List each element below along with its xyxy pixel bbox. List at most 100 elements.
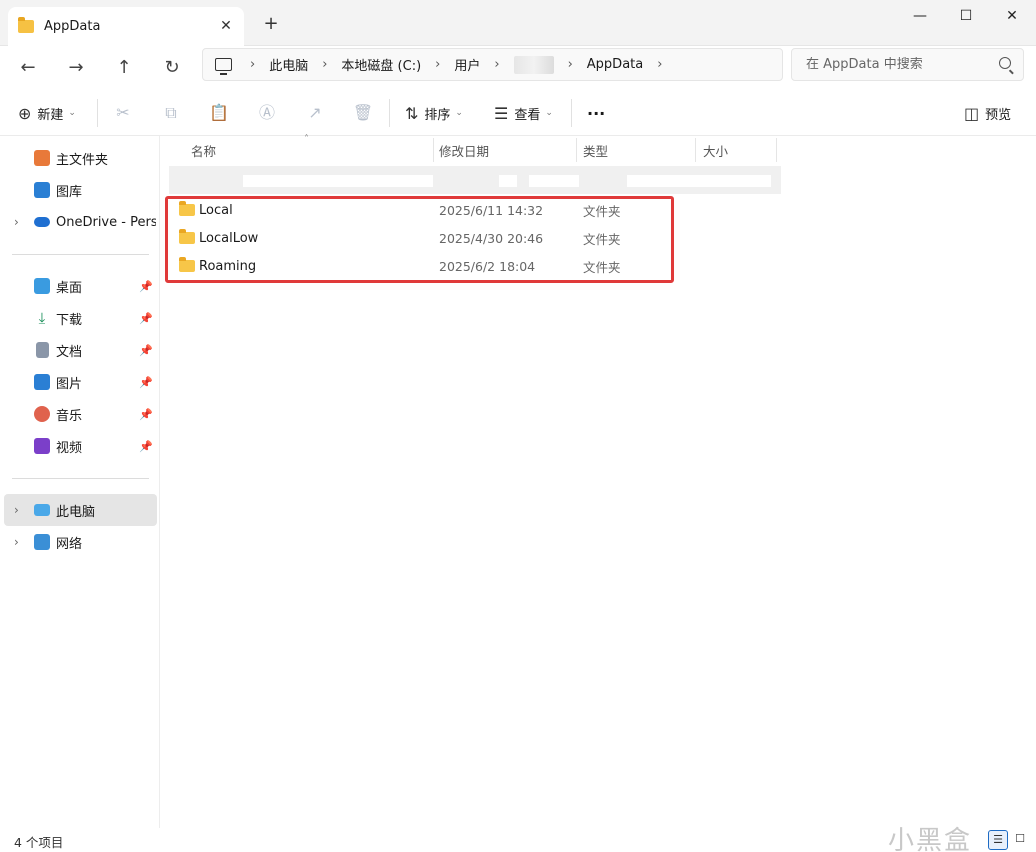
redacted-file-row[interactable] (169, 166, 781, 194)
navigation-pane: 主文件夹 图库 › OneDrive - Perso 桌面 📌 ⤓ 下载 📌 文… (0, 136, 160, 828)
download-icon: ⤓ (38, 309, 46, 327)
sort-label: 排序 (424, 107, 451, 123)
expand-chevron-icon[interactable]: › (14, 503, 19, 517)
breadcrumb-separator: › (494, 57, 500, 72)
pin-icon[interactable]: 📌 (139, 440, 153, 453)
column-divider[interactable] (776, 138, 777, 162)
redaction-block (243, 175, 433, 187)
delete-icon[interactable]: 🗑 (351, 101, 375, 125)
search-icon[interactable] (999, 57, 1011, 69)
sidebar-item-this-pc[interactable]: › 此电脑 (4, 494, 157, 526)
preview-button[interactable]: ◫ 预览 (964, 100, 1011, 126)
address-bar[interactable]: › 此电脑 › 本地磁盘 (C:) › 用户 › › AppData › (202, 48, 783, 81)
chevron-down-icon: ⌄ (455, 108, 463, 118)
column-divider[interactable] (433, 138, 434, 162)
plus-circle-icon: ⊕ (18, 103, 32, 123)
cut-icon[interactable]: ✂ (111, 101, 135, 125)
details-view-icon[interactable]: ☰ (988, 830, 1008, 850)
forward-button[interactable]: → (62, 54, 90, 82)
sidebar-item-network[interactable]: › 网络 (4, 526, 157, 558)
sidebar-item-gallery[interactable]: 图库 (4, 174, 157, 206)
back-button[interactable]: ← (14, 54, 42, 82)
breadcrumb-separator: › (567, 57, 573, 72)
pin-icon[interactable]: 📌 (139, 344, 153, 357)
column-header-name[interactable]: 名称 (191, 136, 216, 164)
copy-icon[interactable]: ⧉ (159, 101, 183, 125)
search-input[interactable] (806, 57, 986, 72)
paste-icon[interactable]: 📋 (207, 101, 231, 125)
sidebar-item-downloads[interactable]: ⤓ 下载 📌 (4, 302, 157, 334)
sidebar-item-pictures[interactable]: 图片 📌 (4, 366, 157, 398)
sort-ascending-icon: ˄ (304, 134, 309, 145)
breadcrumb-username-redacted[interactable] (513, 55, 554, 74)
rename-icon[interactable]: Ⓐ (255, 101, 279, 125)
chevron-down-icon: ⌄ (545, 108, 553, 118)
column-header-size[interactable]: 大小 (703, 136, 728, 164)
view-button[interactable]: ☰ 查看 ⌄ (494, 100, 553, 126)
breadcrumb-separator: › (250, 57, 256, 72)
sidebar-item-label: 此电脑 (56, 504, 96, 520)
breadcrumb-this-pc[interactable]: 此电脑 (269, 55, 308, 74)
column-header-modified[interactable]: 修改日期 (439, 136, 489, 164)
command-bar: ⊕ 新建 ⌄ ✂ ⧉ 📋 Ⓐ ↗ 🗑 ⇅ 排序 ⌄ ☰ 查看 ⌄ ··· ◫ 预… (0, 90, 1036, 136)
pin-icon[interactable]: 📌 (139, 280, 153, 293)
refresh-button[interactable]: ↻ (158, 54, 186, 82)
sidebar-item-documents[interactable]: 文档 📌 (4, 334, 157, 366)
highlight-annotation-box (165, 196, 674, 283)
new-label: 新建 (37, 107, 64, 123)
sidebar-item-label: 图库 (56, 184, 83, 200)
toolbar-divider (97, 99, 98, 127)
sidebar-item-music[interactable]: 音乐 📌 (4, 398, 157, 430)
breadcrumb-appdata[interactable]: AppData (587, 57, 643, 72)
more-options-button[interactable]: ··· (587, 100, 605, 126)
desktop-icon (34, 278, 50, 294)
expand-chevron-icon[interactable]: › (14, 215, 19, 229)
new-button[interactable]: ⊕ 新建 ⌄ (18, 100, 76, 126)
view-list-icon: ☰ (494, 103, 509, 123)
column-divider[interactable] (576, 138, 577, 162)
minimize-button[interactable]: — (902, 4, 938, 28)
sidebar-item-home[interactable]: 主文件夹 (4, 142, 157, 174)
toolbar-divider (571, 99, 572, 127)
music-icon (34, 406, 50, 422)
status-bar: 4 个项目 ☰ ☐ (0, 828, 1036, 852)
sidebar-item-videos[interactable]: 视频 📌 (4, 430, 157, 462)
tab-title: AppData (44, 19, 101, 34)
close-window-button[interactable]: ✕ (994, 4, 1030, 28)
pin-icon[interactable]: 📌 (139, 376, 153, 389)
redaction-block (627, 175, 771, 187)
breadcrumb-separator: › (657, 57, 663, 72)
item-count: 4 个项目 (14, 835, 64, 850)
pin-icon[interactable]: 📌 (139, 312, 153, 325)
up-button[interactable]: ↑ (110, 54, 138, 82)
watermark-text: 小黑盒 (888, 826, 973, 852)
sidebar-item-desktop[interactable]: 桌面 📌 (4, 270, 157, 302)
pin-icon[interactable]: 📌 (139, 408, 153, 421)
share-icon[interactable]: ↗ (303, 101, 327, 125)
breadcrumb-users[interactable]: 用户 (454, 55, 480, 74)
gallery-icon (34, 182, 50, 198)
redaction-block (529, 175, 579, 187)
view-label: 查看 (514, 107, 541, 123)
tab-close-icon[interactable]: ✕ (216, 16, 236, 36)
expand-chevron-icon[interactable]: › (14, 535, 19, 549)
sort-icon: ⇅ (405, 103, 419, 123)
column-divider[interactable] (695, 138, 696, 162)
sidebar-item-label: 主文件夹 (56, 152, 109, 168)
documents-icon (36, 342, 49, 358)
this-pc-icon (34, 504, 50, 516)
sidebar-item-label: OneDrive - Perso (56, 214, 156, 230)
tiles-view-icon[interactable]: ☐ (1010, 830, 1030, 850)
preview-label: 预览 (985, 107, 1012, 123)
videos-icon (34, 438, 50, 454)
onedrive-icon (34, 217, 50, 227)
sort-button[interactable]: ⇅ 排序 ⌄ (405, 100, 463, 126)
new-tab-button[interactable]: + (259, 13, 283, 37)
breadcrumb-local-disk[interactable]: 本地磁盘 (C:) (341, 55, 421, 74)
toolbar-divider (389, 99, 390, 127)
maximize-button[interactable]: ☐ (948, 4, 984, 28)
column-header-type[interactable]: 类型 (583, 136, 608, 164)
search-box[interactable] (791, 48, 1024, 81)
tab-appdata[interactable]: AppData ✕ (8, 7, 244, 46)
sidebar-item-onedrive[interactable]: › OneDrive - Perso (4, 206, 157, 238)
